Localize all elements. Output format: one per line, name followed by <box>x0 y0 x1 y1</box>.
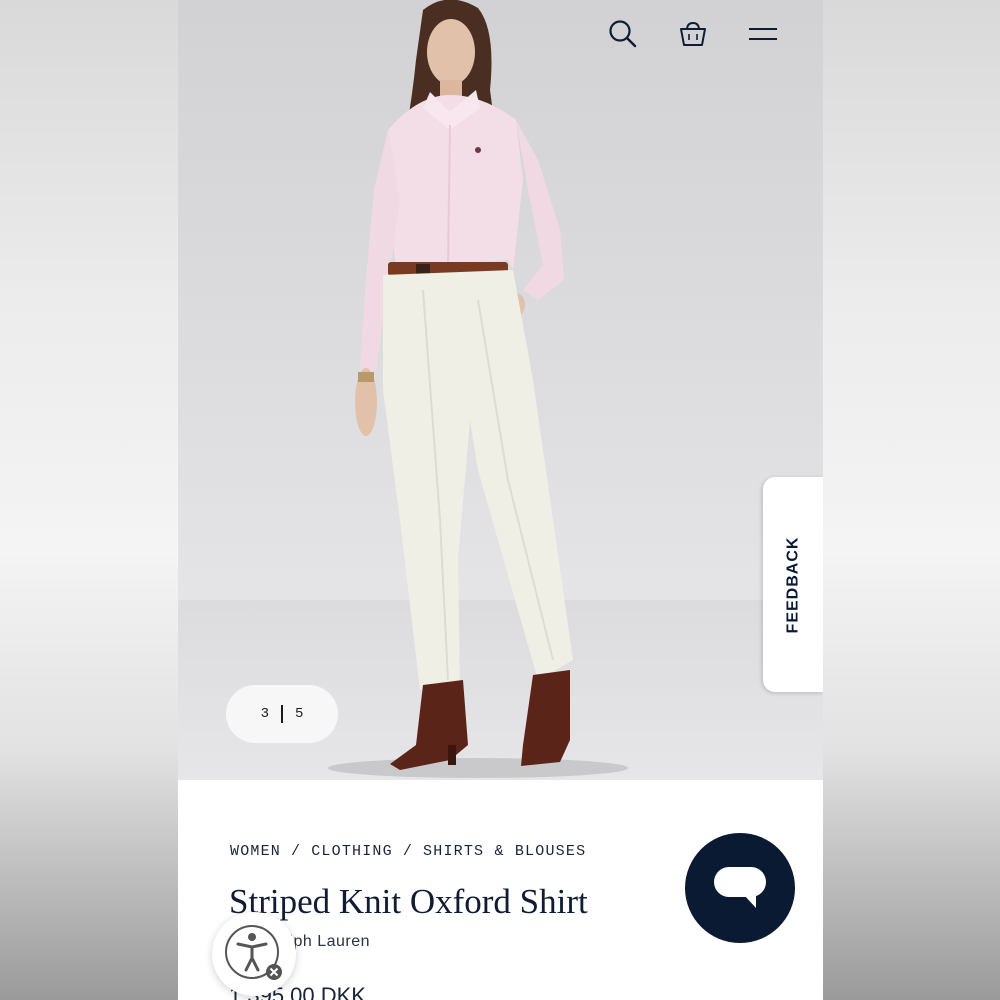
search-icon <box>609 20 637 48</box>
accessibility-icon <box>225 925 282 980</box>
product-image[interactable]: 3 5 FEEDBACK <box>178 0 823 780</box>
breadcrumb: WOMEN / CLOTHING / SHIRTS & BLOUSES <box>230 843 586 860</box>
breadcrumb-separator: / <box>291 843 302 860</box>
background-right <box>823 0 1000 1000</box>
background-left <box>0 0 178 1000</box>
chat-button[interactable] <box>685 833 795 943</box>
pager-total: 5 <box>295 706 304 722</box>
model-photo <box>178 0 823 780</box>
menu-button[interactable] <box>743 14 783 54</box>
pager-current: 3 <box>260 706 269 722</box>
breadcrumb-separator: / <box>402 843 414 860</box>
mobile-screen: 3 5 FEEDBACK WOMEN / CLOTHING / SHIRTS & BLO… <box>178 0 823 1000</box>
menu-icon <box>749 28 777 40</box>
feedback-tab[interactable]: FEEDBACK <box>763 477 823 692</box>
chat-icon <box>714 867 766 908</box>
breadcrumb-clothing[interactable]: CLOTHING <box>311 843 393 860</box>
accessibility-button[interactable] <box>212 912 296 996</box>
feedback-label: FEEDBACK <box>784 536 802 633</box>
pager-separator <box>281 705 283 723</box>
product-title: Striped Knit Oxford Shirt <box>229 882 588 921</box>
image-pager: 3 5 <box>226 685 338 743</box>
breadcrumb-women[interactable]: WOMEN <box>230 843 281 860</box>
breadcrumb-shirts-blouses[interactable]: SHIRTS & BLOUSES <box>423 843 586 860</box>
bag-button[interactable] <box>673 14 713 54</box>
bag-icon <box>680 21 706 46</box>
search-button[interactable] <box>603 14 643 54</box>
